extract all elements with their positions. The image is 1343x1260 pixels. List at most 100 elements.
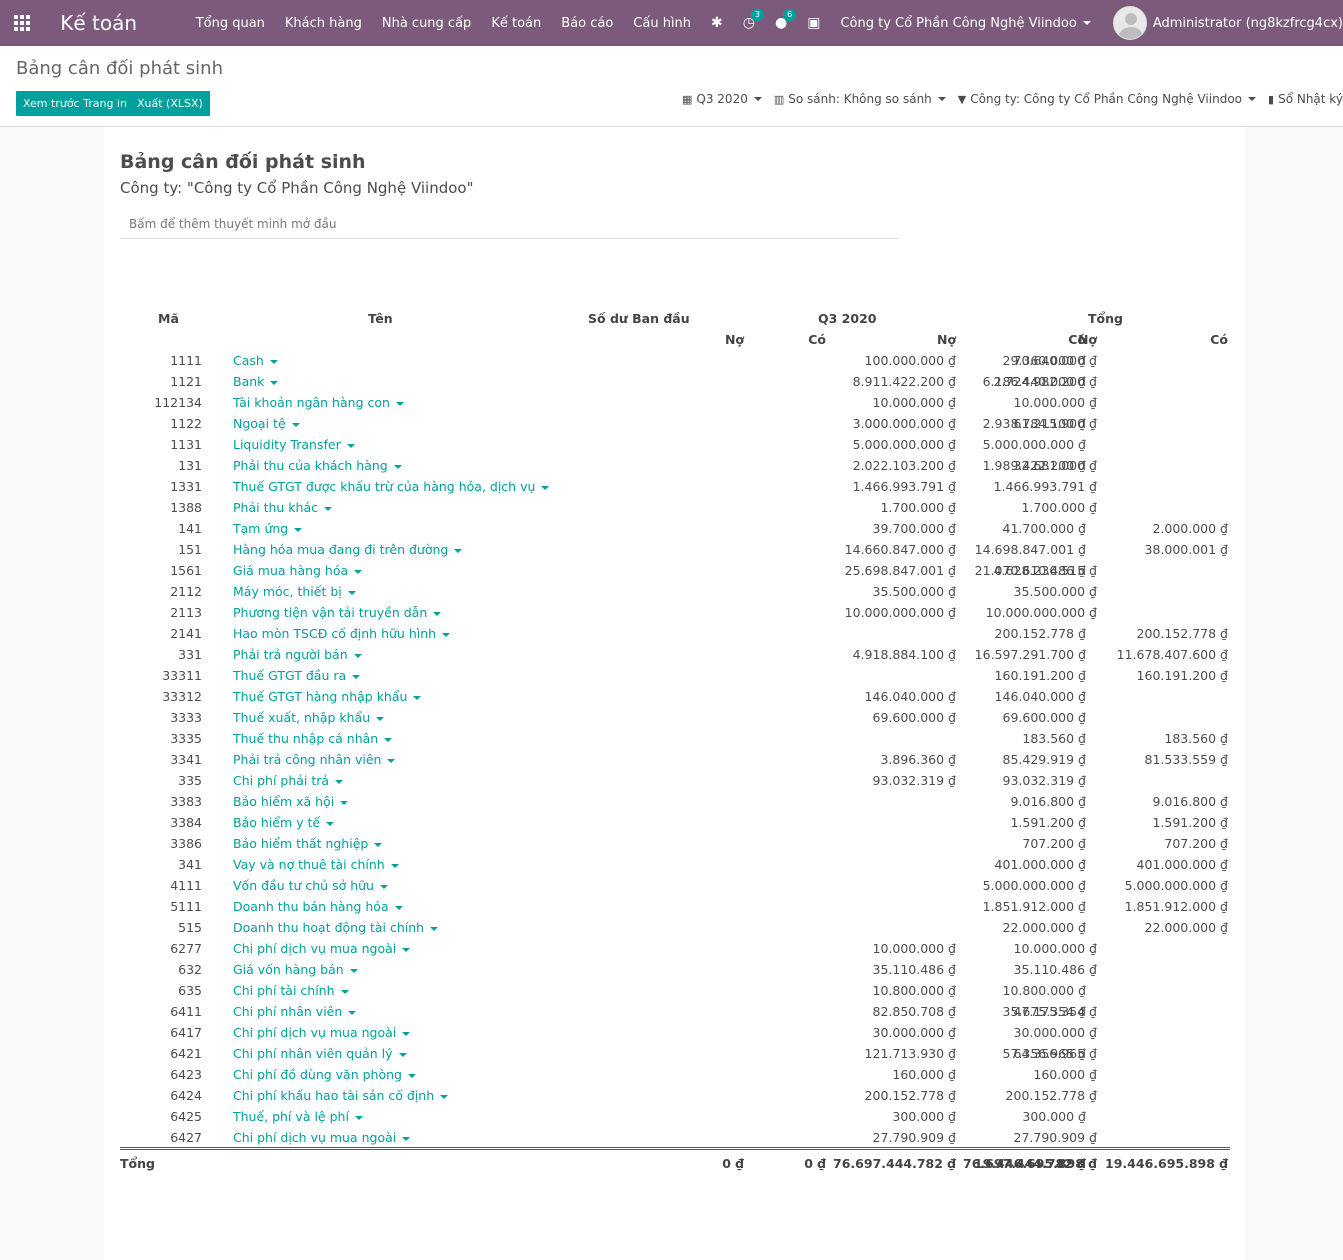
account-name-link[interactable]: Vay và nợ thuê tài chính [233, 854, 399, 875]
activity-clock-icon[interactable]: ◷ 3 [743, 9, 764, 31]
account-name-link[interactable]: Chi phí dịch vụ mua ngoài [233, 1127, 411, 1148]
bar-chart-icon: ▥ [773, 92, 785, 106]
account-name-link[interactable]: Ngoại tệ [233, 413, 300, 434]
account-name-link[interactable]: Hao mòn TSCĐ cố định hữu hình [233, 623, 451, 644]
company-switcher[interactable]: Công ty Cổ Phần Công Nghệ Viindoo [840, 16, 1091, 31]
amount-n3: 32.681.000 ₫ [1013, 458, 1098, 473]
account-name-link[interactable]: Chi phí đồ dùng văn phòng [233, 1064, 416, 1085]
amount-n2: 200.152.778 ₫ [864, 1088, 956, 1103]
account-code: 33312 [162, 689, 202, 704]
account-name-link[interactable]: Chi phí dịch vụ mua ngoài [233, 1022, 411, 1043]
user-avatar[interactable] [1112, 6, 1147, 40]
account-name-link[interactable]: Hàng hóa mua đang đi trên đường [233, 539, 463, 560]
company-filter[interactable]: ▼ Công ty: Công ty Cổ Phần Công Nghệ Viin… [958, 92, 1257, 106]
account-name: Hao mòn TSCĐ cố định hữu hình [233, 626, 437, 641]
chevron-down-icon [937, 97, 946, 101]
account-name-link[interactable]: Bảo hiểm y tế [233, 812, 335, 833]
amount-c3: 22.000.000 ₫ [1144, 920, 1229, 935]
account-name-link[interactable]: Chi phí tài chính [233, 980, 349, 1001]
account-name-link[interactable]: Thuế xuất, nhập khẩu [233, 707, 385, 728]
account-name-link[interactable]: Chi phí nhân viên [233, 1001, 357, 1022]
menu-item-customers[interactable]: Khách hàng [275, 16, 372, 31]
account-name: Doanh thu hoạt động tài chính [233, 920, 425, 935]
account-name-link[interactable]: Bank [233, 371, 279, 392]
account-name-link[interactable]: Liquidity Transfer [233, 434, 355, 455]
account-name-link[interactable]: Chi phí dịch vụ mua ngoài [233, 938, 411, 959]
period-filter[interactable]: ▦ Q3 2020 [682, 92, 762, 106]
account-name-link[interactable]: Chi phí khấu hao tài sản cố định [233, 1085, 449, 1106]
menu-item-reports[interactable]: Báo cáo [551, 16, 623, 31]
account-code: 1131 [170, 437, 202, 452]
user-menu[interactable]: Administrator (ng8kzfrcg4cx) [1153, 16, 1343, 31]
account-name-link[interactable]: Phải trả công nhân viên [233, 749, 396, 770]
amount-c3: 1.591.200 ₫ [1152, 815, 1228, 830]
account-name-link[interactable]: Bảo hiểm thất nghiệp [233, 833, 383, 854]
amount-n2: 300.000 ₫ [892, 1109, 956, 1124]
account-name-link[interactable]: Phải thu của khách hàng [233, 455, 402, 476]
menu-item-accounting[interactable]: Kế toán [481, 16, 551, 31]
book-icon: ▮ [1268, 92, 1275, 106]
chevron-down-icon [354, 1115, 363, 1120]
amount-n3: 35.110.486 ₫ [1013, 962, 1098, 977]
table-row: 6423 Chi phí đồ dùng văn phòng 160.000 ₫ 16… [120, 1064, 1230, 1085]
print-preview-button[interactable]: Xem trước Trang in [16, 91, 134, 116]
account-code: 131 [178, 458, 202, 473]
account-name-link[interactable]: Phải thu khác [233, 497, 332, 518]
account-name: Tạm ứng [233, 521, 289, 536]
menu-item-configuration[interactable]: Cấu hình [623, 16, 701, 31]
export-xlsx-button[interactable]: Xuất (XLSX) [130, 91, 210, 116]
account-name-link[interactable]: Phương tiện vận tải truyền dẫn [233, 602, 442, 623]
amount-c3: 401.000.000 ₫ [1136, 857, 1228, 872]
account-name-link[interactable]: Giá vốn hàng bán [233, 959, 358, 980]
account-name-link[interactable]: Máy móc, thiết bị [233, 581, 356, 602]
comparison-filter[interactable]: ▥ So sánh: Không so sánh [774, 92, 946, 106]
account-code: 3383 [170, 794, 202, 809]
report-sheet: Bảng cân đối phát sinh Công ty: "Công ty… [104, 127, 1246, 1260]
amount-n2: 3.896.360 ₫ [880, 752, 956, 767]
total-total-debit: 19.446.695.898 ₫ [974, 1156, 1097, 1171]
menu-item-overview[interactable]: Tổng quan [186, 16, 275, 31]
account-name-link[interactable]: Doanh thu bán hàng hóa [233, 896, 403, 917]
account-name-link[interactable]: Vốn đầu tư chủ sở hữu [233, 875, 388, 896]
account-name-link[interactable]: Tài khoản ngân hàng con [233, 392, 404, 413]
account-code: 331 [178, 647, 202, 662]
account-name-link[interactable]: Phải trả người bán [233, 644, 362, 665]
account-name: Bảo hiểm xã hội [233, 794, 335, 809]
account-name-link[interactable]: Bảo hiểm xã hội [233, 791, 349, 812]
journals-filter[interactable]: ▮Sổ Nhật ký: Tất cả [1268, 92, 1343, 106]
account-name-link[interactable]: Thuế GTGT được khấu trừ của hàng hóa, dị… [233, 476, 550, 497]
intro-note-field[interactable]: Bấm để thêm thuyết minh mở đầu [120, 217, 898, 239]
account-name-link[interactable]: Thuế thu nhập cá nhân [233, 728, 393, 749]
debug-bug-icon[interactable]: ✱ [711, 15, 723, 31]
messages-chat-icon[interactable]: ● 6 [775, 9, 797, 31]
app-title[interactable]: Kế toán [60, 11, 175, 35]
chevron-down-icon [346, 443, 355, 448]
account-name: Chi phí nhân viên [233, 1004, 343, 1019]
amount-n3: 160.000 ₫ [1033, 1067, 1097, 1082]
amount-c2: 41.700.000 ₫ [1002, 521, 1087, 536]
account-name-link[interactable]: Thuế GTGT hàng nhập khẩu [233, 686, 422, 707]
chevron-down-icon [347, 590, 356, 595]
account-code: 3384 [170, 815, 202, 830]
account-name-link[interactable]: Giá mua hàng hóa [233, 560, 363, 581]
account-name: Phải trả người bán [233, 647, 348, 662]
amount-n2: 5.000.000.000 ₫ [852, 437, 956, 452]
apps-menu-icon[interactable] [0, 0, 44, 46]
account-name-link[interactable]: Cash [233, 350, 278, 371]
menu-item-vendors[interactable]: Nhà cung cấp [372, 16, 481, 31]
account-name-link[interactable]: Thuế, phí và lệ phí [233, 1106, 363, 1127]
account-name-link[interactable]: Chi phí nhân viên quản lý [233, 1043, 407, 1064]
account-name: Thuế thu nhập cá nhân [233, 731, 379, 746]
amount-n2: 10.800.000 ₫ [872, 983, 957, 998]
table-row: 141 Tạm ứng 39.700.000 ₫ 41.700.000 ₫ 2.000.… [120, 518, 1230, 539]
chevron-down-icon [376, 716, 385, 721]
account-name: Thuế GTGT đầu ra [233, 668, 347, 683]
account-name-link[interactable]: Thuế GTGT đầu ra [233, 665, 361, 686]
gift-icon[interactable]: ▣ [807, 15, 820, 31]
account-name-link[interactable]: Doanh thu hoạt động tài chính [233, 917, 439, 938]
account-name-link[interactable]: Chi phí phải trả [233, 770, 344, 791]
amount-c2: 5.000.000.000 ₫ [982, 878, 1086, 893]
chevron-down-icon [454, 548, 463, 553]
account-name-link[interactable]: Tạm ứng [233, 518, 303, 539]
amount-c2: 14.698.847.001 ₫ [974, 542, 1086, 557]
